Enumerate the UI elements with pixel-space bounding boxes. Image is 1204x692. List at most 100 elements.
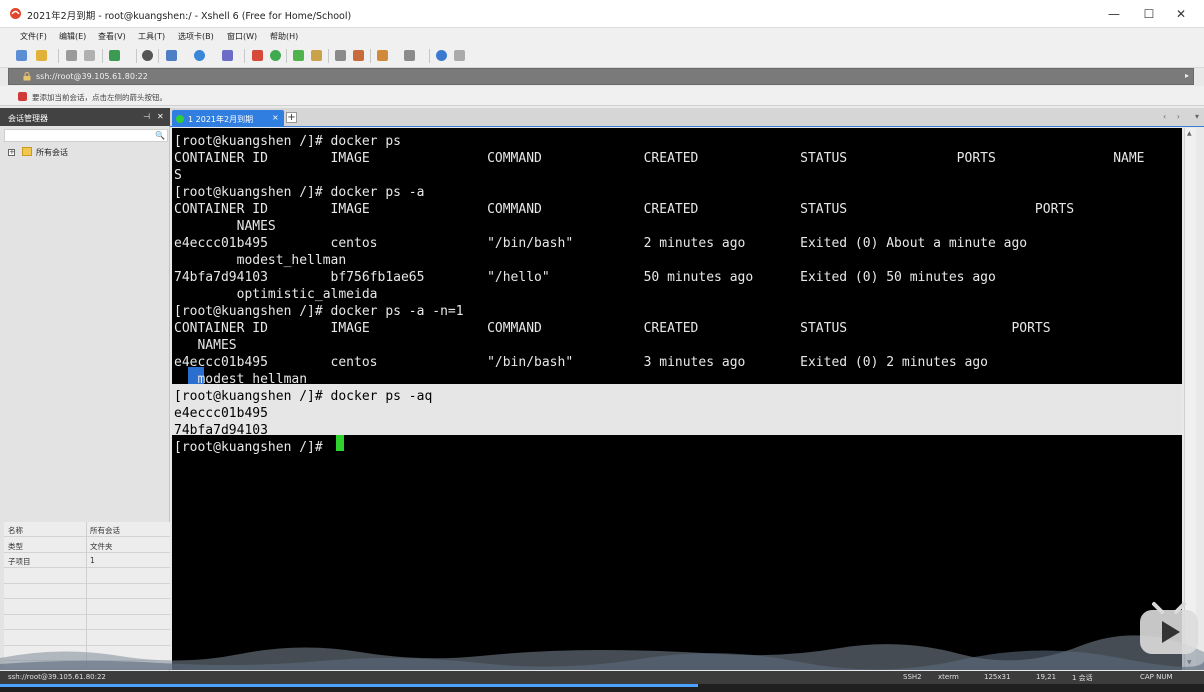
close-icon: ✕ xyxy=(1175,7,1187,21)
session-manager-title: 会话管理器 xyxy=(8,114,48,123)
terminal-output[interactable]: [root@kuangshen /]# docker ps CONTAINER I… xyxy=(174,133,1182,456)
terminal-line: e4eccc01b495 centos "/bin/bash" 3 minute… xyxy=(174,355,988,370)
close-button[interactable]: ✕ xyxy=(1158,0,1204,28)
status-caps-num: CAP NUM xyxy=(1140,673,1173,681)
globe-icon[interactable] xyxy=(194,50,205,61)
tab-close-icon[interactable]: × xyxy=(272,113,279,122)
xshell-app-icon xyxy=(10,8,21,19)
scroll-down-icon[interactable]: ▼ xyxy=(1187,659,1192,666)
minimize-icon: — xyxy=(1108,7,1120,21)
menu-help[interactable]: 帮助(H) xyxy=(270,31,298,42)
toolbar-separator xyxy=(244,49,245,63)
menu-file[interactable]: 文件(F) xyxy=(20,31,47,42)
property-row xyxy=(4,600,170,615)
status-address: ssh://root@39.105.61.80:22 xyxy=(8,673,106,681)
menu-bar: 文件(F) 编辑(E) 查看(V) 工具(T) 选项卡(B) 窗口(W) 帮助(… xyxy=(0,28,1204,44)
font-icon[interactable] xyxy=(222,50,233,61)
terminal-line: CONTAINER ID IMAGE COMMAND CREATED STATU… xyxy=(174,151,1145,166)
disconnect-icon[interactable] xyxy=(84,50,95,61)
status-protocol: SSH2 xyxy=(903,673,922,681)
tab-scroll-icons[interactable]: ‹ › xyxy=(1163,112,1184,121)
property-row xyxy=(4,646,170,661)
xftp-icon[interactable] xyxy=(252,50,263,61)
status-size: 125x31 xyxy=(984,673,1011,681)
property-row: 名称 所有会话 xyxy=(4,522,170,537)
terminal-line: e4eccc01b495 centos "/bin/bash" 2 minute… xyxy=(174,236,1028,251)
address-dropdown-icon[interactable]: ▸ xyxy=(1185,71,1189,80)
transfer-icon[interactable] xyxy=(166,50,177,61)
toolbar-separator xyxy=(158,49,159,63)
toolbar-separator xyxy=(58,49,59,63)
terminal-view[interactable]: [root@kuangshen /]# docker ps CONTAINER I… xyxy=(172,128,1182,670)
toolbar xyxy=(0,44,1204,68)
tile-icon[interactable] xyxy=(404,50,415,61)
connect-icon[interactable] xyxy=(66,50,77,61)
chat-icon[interactable] xyxy=(454,50,465,61)
status-terminal-type: xterm xyxy=(938,673,959,681)
session-search-input[interactable]: 🔍 xyxy=(4,129,168,142)
tab-label[interactable]: 1 2021年2月到期 xyxy=(188,114,253,125)
toolbar-separator xyxy=(429,49,430,63)
terminal-line: e4eccc01b495 xyxy=(174,406,268,421)
property-key: 类型 xyxy=(8,541,23,551)
pin-icon[interactable]: ⊣ xyxy=(143,112,150,121)
folder-icon xyxy=(22,147,32,156)
property-value: 所有会话 xyxy=(90,526,120,535)
toolbar-separator xyxy=(136,49,137,63)
terminal-line: modest_hellman xyxy=(174,372,308,387)
title-bar: 2021年2月到期 - root@kuangshen:/ - Xshell 6 … xyxy=(0,0,1204,28)
new-tab-button[interactable]: + xyxy=(286,112,297,123)
terminal-line: [root@kuangshen /]# docker ps xyxy=(174,134,401,149)
video-progress-fill xyxy=(0,684,699,687)
video-progress-bar[interactable] xyxy=(0,684,1204,692)
terminal-line: S xyxy=(174,168,182,183)
menu-view[interactable]: 查看(V) xyxy=(98,31,126,42)
address-bar[interactable]: ssh://root@39.105.61.80:22 ▸ xyxy=(8,68,1194,85)
status-bar: ssh://root@39.105.61.80:22 SSH2 xterm 12… xyxy=(0,671,1204,684)
script-icon[interactable] xyxy=(353,50,364,61)
help-icon[interactable] xyxy=(436,50,447,61)
address-text[interactable]: ssh://root@39.105.61.80:22 xyxy=(36,72,148,81)
terminal-line: 74bfa7d94103 bf756fb1ae65 "/hello" 50 mi… xyxy=(174,270,996,285)
terminal-line: [root@kuangshen /]# docker ps -aq xyxy=(174,389,433,404)
terminal-scrollbar[interactable]: ▲ ▼ xyxy=(1184,128,1196,670)
session-manager-header: 会话管理器 ⊣ ✕ xyxy=(0,108,170,126)
fullscreen-icon[interactable] xyxy=(293,50,304,61)
tab-session[interactable]: 1 2021年2月到期 × xyxy=(172,110,284,127)
xshell-icon[interactable] xyxy=(270,50,281,61)
menu-tools[interactable]: 工具(T) xyxy=(138,31,165,42)
property-row xyxy=(4,584,170,599)
panel-close-icon[interactable]: ✕ xyxy=(157,112,164,121)
find-icon[interactable] xyxy=(142,50,153,61)
scroll-up-icon[interactable]: ▲ xyxy=(1187,130,1192,137)
terminal-line: NAMES xyxy=(174,219,276,234)
terminal-line: optimistic_almeida xyxy=(174,287,378,302)
tree-item-label[interactable]: 所有会话 xyxy=(36,147,68,158)
terminal-line: [root@kuangshen /]# docker ps -a xyxy=(174,185,425,200)
menu-tabs[interactable]: 选项卡(B) xyxy=(178,31,214,42)
menu-window[interactable]: 窗口(W) xyxy=(227,31,257,42)
toolbar-separator xyxy=(102,49,103,63)
property-row: 子项目 1 xyxy=(4,553,170,568)
terminal-line: [root@kuangshen /]# xyxy=(174,440,331,455)
layout-icon[interactable] xyxy=(377,50,388,61)
property-value: 文件夹 xyxy=(90,541,113,551)
play-icon[interactable] xyxy=(1138,600,1200,656)
open-folder-icon[interactable] xyxy=(36,50,47,61)
toolbar-separator xyxy=(286,49,287,63)
bookmark-icon[interactable] xyxy=(18,92,27,101)
menu-edit[interactable]: 编辑(E) xyxy=(59,31,86,42)
search-icon[interactable]: 🔍 xyxy=(155,131,165,140)
property-row: 类型 文件夹 xyxy=(4,538,170,553)
properties-icon[interactable] xyxy=(109,50,120,61)
expand-icon[interactable]: + xyxy=(8,149,15,156)
lock-icon[interactable] xyxy=(311,50,322,61)
terminal-line: 74bfa7d94103 xyxy=(174,423,268,438)
window-title: 2021年2月到期 - root@kuangshen:/ - Xshell 6 … xyxy=(27,11,352,22)
tab-menu-icon[interactable]: ▾ xyxy=(1195,112,1199,121)
property-row xyxy=(4,631,170,646)
keyboard-icon[interactable] xyxy=(335,50,346,61)
new-session-icon[interactable] xyxy=(16,50,27,61)
lock-icon xyxy=(23,72,31,81)
terminal-cursor xyxy=(336,435,344,451)
